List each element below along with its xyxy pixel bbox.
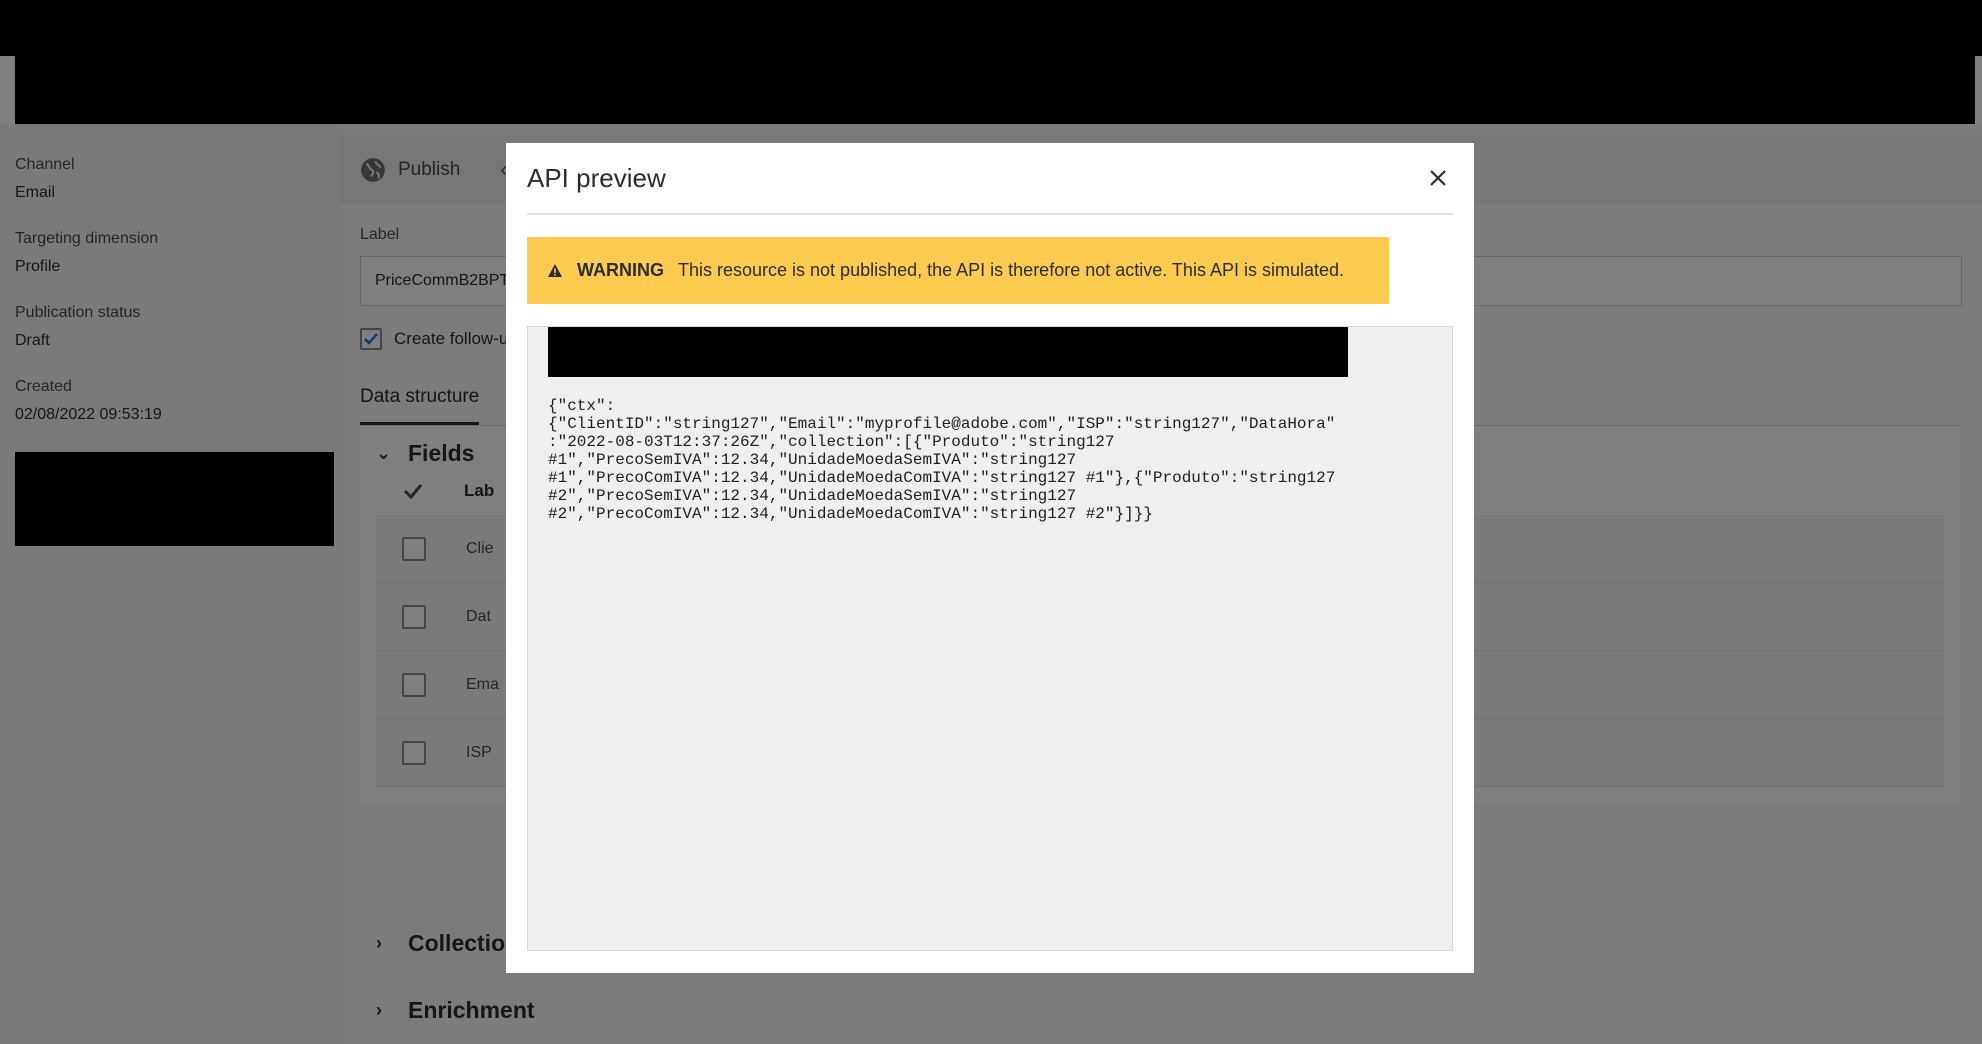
redacted-endpoint (548, 327, 1348, 377)
warning-text: This resource is not published, the API … (678, 260, 1344, 280)
close-button[interactable] (1423, 163, 1453, 193)
dialog-header: API preview (527, 143, 1453, 215)
warning-banner: WARNING This resource is not published, … (527, 237, 1389, 304)
api-preview-dialog: API preview WARNING This resource is not… (506, 143, 1474, 973)
warning-tag: WARNING (577, 260, 664, 280)
json-payload: {"ctx": {"ClientID":"string127","Email":… (548, 397, 1336, 523)
api-code-preview[interactable]: {"ctx": {"ClientID":"string127","Email":… (527, 326, 1453, 951)
alert-triangle-icon (548, 263, 562, 277)
dialog-title: API preview (527, 162, 666, 193)
close-icon (1430, 170, 1446, 186)
redacted-block-wrapper (548, 327, 1348, 377)
